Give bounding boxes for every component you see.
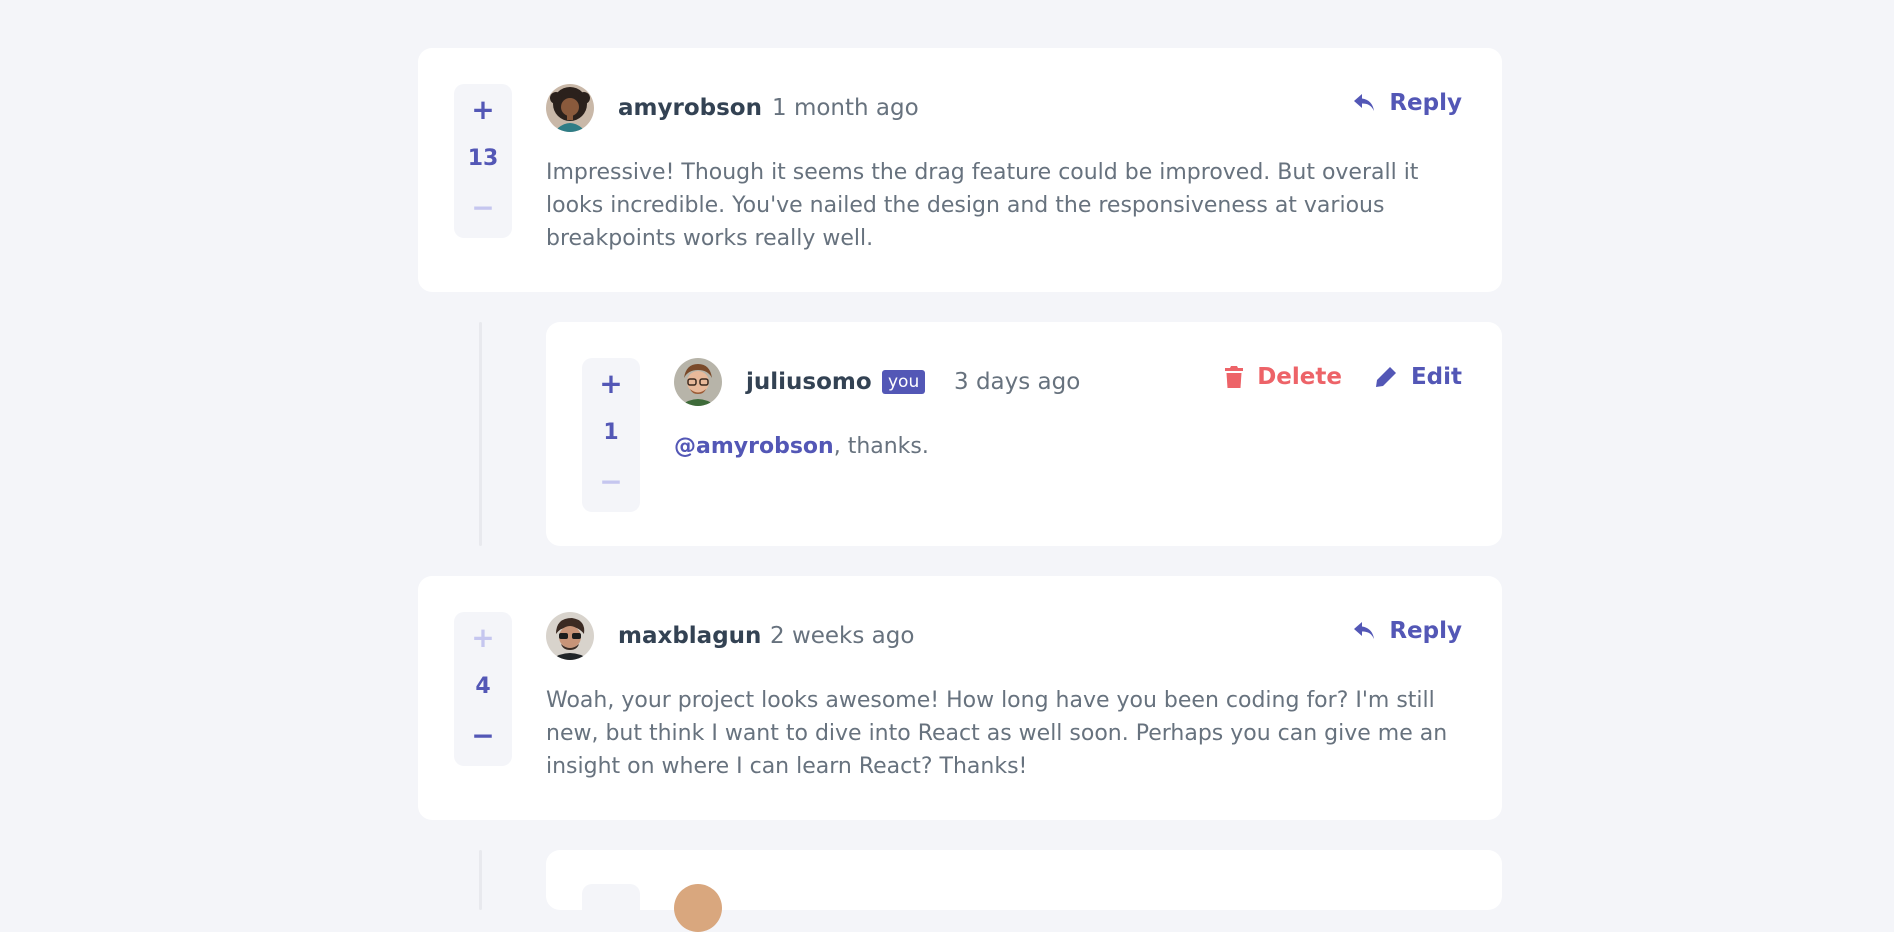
comments-section: + 13 − amyrobson 1 month ago Reply Impre… (418, 48, 1502, 932)
reply-icon (1354, 94, 1375, 111)
vote-score: 4 (475, 674, 491, 699)
comment-timestamp: 1 month ago (772, 95, 919, 121)
replies-thread: + 1 − juliusomo you 3 days ago Delete Ed… (418, 322, 1502, 546)
upvote-button[interactable]: + (454, 620, 512, 656)
avatar-juliusomo[interactable] (674, 358, 722, 406)
trash-icon (1225, 366, 1244, 388)
comment-username[interactable]: juliusomo (746, 366, 872, 398)
vote-widget: + 4 − (454, 612, 512, 766)
comment-text: , thanks. (833, 434, 929, 459)
thread-line (479, 850, 482, 910)
comment-card-amyrobson: + 13 − amyrobson 1 month ago Reply Impre… (418, 48, 1502, 292)
vote-widget (582, 884, 640, 924)
avatar[interactable] (674, 884, 722, 932)
vote-widget: + 13 − (454, 84, 512, 238)
comment-username[interactable]: amyrobson (618, 92, 762, 124)
comment-card-partial (546, 850, 1502, 932)
avatar-amyrobson[interactable] (546, 84, 594, 132)
downvote-button[interactable]: − (582, 464, 640, 500)
replies-thread (418, 850, 1502, 932)
reply-label: Reply (1389, 90, 1462, 116)
downvote-button[interactable]: − (454, 718, 512, 754)
delete-button[interactable]: Delete (1225, 360, 1342, 394)
comment-content: Woah, your project looks awesome! How lo… (546, 688, 1448, 779)
comment-timestamp: 2 weeks ago (770, 623, 915, 649)
comment-card-juliusomo: + 1 − juliusomo you 3 days ago Delete Ed… (546, 322, 1502, 546)
pencil-icon (1375, 367, 1396, 387)
downvote-button[interactable]: − (454, 190, 512, 226)
upvote-button[interactable]: + (582, 366, 640, 402)
edit-button[interactable]: Edit (1375, 360, 1462, 394)
comment-content: @amyrobson, thanks. (674, 430, 1462, 463)
reply-button[interactable]: Reply (1353, 614, 1462, 648)
comment-content: Impressive! Though it seems the drag fea… (546, 160, 1419, 251)
vote-score: 1 (603, 420, 619, 445)
reply-label: Reply (1389, 618, 1462, 644)
upvote-button[interactable]: + (454, 92, 512, 128)
comment-username[interactable]: maxblagun (618, 620, 761, 652)
delete-label: Delete (1257, 364, 1342, 390)
comment-card-maxblagun: + 4 − maxblagun 2 weeks ago Reply Woah, … (418, 576, 1502, 820)
avatar-maxblagun[interactable] (546, 612, 594, 660)
edit-label: Edit (1410, 364, 1462, 390)
comment-timestamp: 3 days ago (954, 369, 1081, 395)
vote-widget: + 1 − (582, 358, 640, 512)
reply-button[interactable]: Reply (1353, 86, 1462, 120)
mention-link[interactable]: @amyrobson (674, 434, 834, 459)
vote-score: 13 (467, 146, 499, 171)
reply-icon (1354, 622, 1375, 639)
thread-line (479, 322, 482, 546)
you-badge: you (882, 370, 926, 394)
